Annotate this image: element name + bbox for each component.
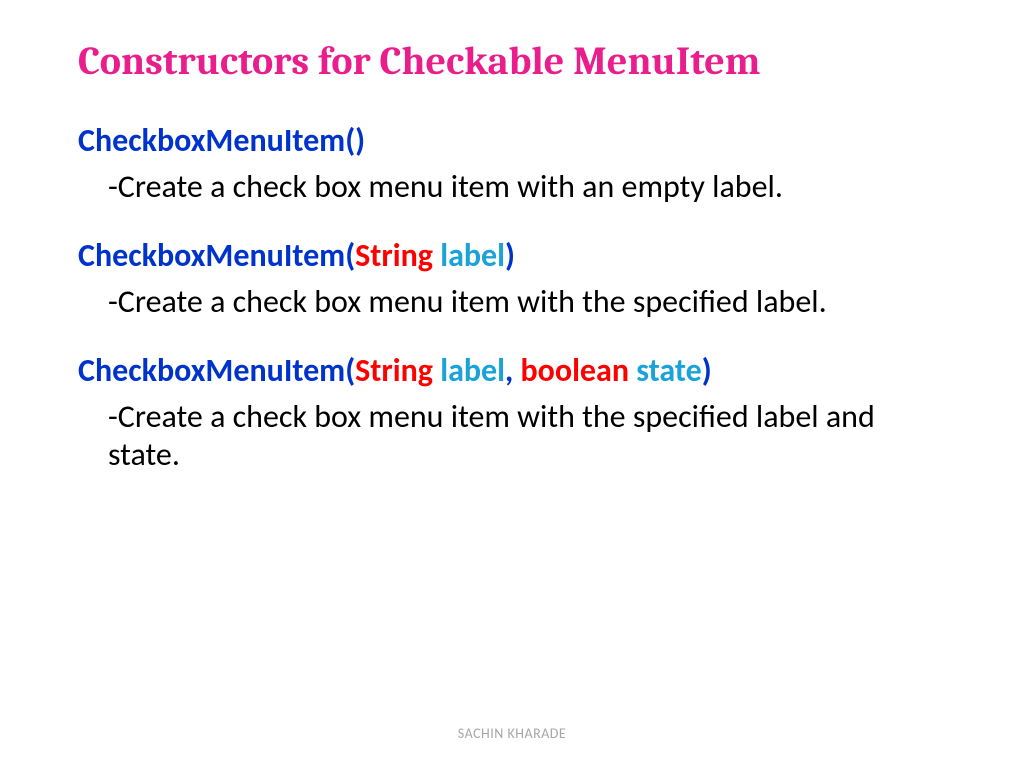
method-name-open: CheckboxMenuItem( [78, 351, 355, 390]
param-type: boolean [520, 351, 629, 390]
method-name-close: ) [505, 236, 515, 275]
constructor-description: -Create a check box menu item with an em… [78, 168, 946, 206]
method-name-open: CheckboxMenuItem( [78, 121, 355, 160]
constructor-signature: CheckboxMenuItem() [78, 122, 946, 160]
param-ident: label [440, 236, 505, 275]
param-ident: state [636, 351, 702, 390]
constructor-signature: CheckboxMenuItem(String label) [78, 237, 946, 275]
method-name-open: CheckboxMenuItem( [78, 236, 355, 275]
method-name-close: ) [355, 121, 365, 160]
slide-footer: SACHIN KHARADE [0, 725, 1024, 742]
constructor-block-0: CheckboxMenuItem() -Create a check box m… [78, 122, 946, 207]
slide-title: Constructors for Checkable MenuItem [78, 38, 946, 84]
constructor-description: -Create a check box menu item with the s… [78, 398, 946, 475]
constructor-block-2: CheckboxMenuItem(String label, boolean s… [78, 352, 946, 475]
method-name-close: ) [702, 351, 712, 390]
param-type: String [355, 351, 433, 390]
constructor-signature: CheckboxMenuItem(String label, boolean s… [78, 352, 946, 390]
param-ident: label [440, 351, 505, 390]
constructor-block-1: CheckboxMenuItem(String label) -Create a… [78, 237, 946, 322]
constructor-description: -Create a check box menu item with the s… [78, 283, 946, 321]
param-sep: , [505, 351, 520, 390]
param-type: String [355, 236, 433, 275]
